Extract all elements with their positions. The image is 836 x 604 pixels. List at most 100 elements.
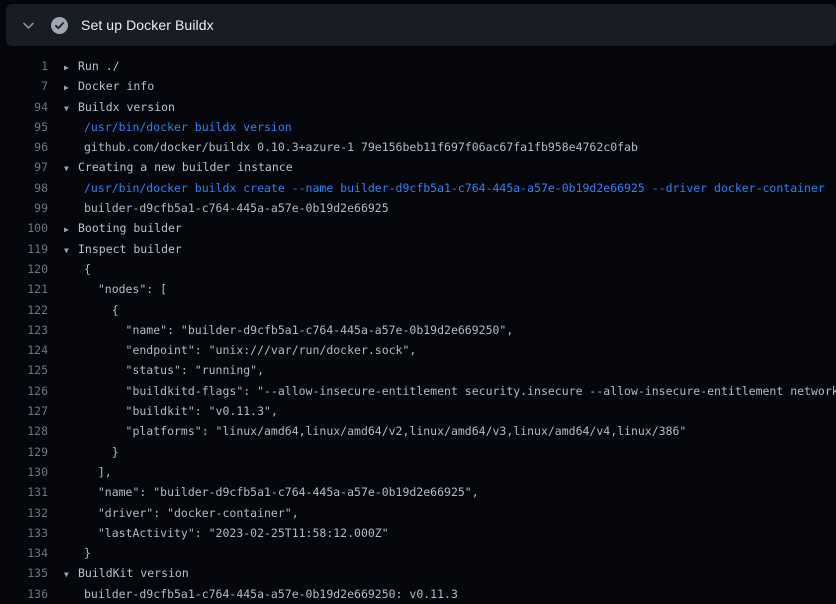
line-number[interactable]: 120 — [0, 259, 48, 279]
output-text: "driver": "docker-container", — [64, 503, 299, 523]
line-number[interactable]: 125 — [0, 360, 48, 380]
line-number[interactable]: 7 — [0, 76, 48, 96]
output-text: github.com/docker/buildx 0.10.3+azure-1 … — [64, 137, 638, 157]
line-number[interactable]: 95 — [0, 117, 48, 137]
log-line: 130 ], — [0, 462, 836, 482]
line-number[interactable]: 99 — [0, 198, 48, 218]
log-line: 120 { — [0, 259, 836, 279]
step-title: Set up Docker Buildx — [81, 17, 214, 33]
line-content: /usr/bin/docker buildx create --name bui… — [64, 178, 836, 198]
line-number[interactable]: 133 — [0, 523, 48, 543]
log-line: 98/usr/bin/docker buildx create --name b… — [0, 178, 836, 198]
log-viewer: 1▶Run ./7▶Docker info94▼Buildx version95… — [0, 46, 836, 604]
line-content: } — [64, 543, 836, 563]
output-text: } — [64, 442, 119, 462]
line-content: /usr/bin/docker buildx version — [64, 117, 836, 137]
output-text: "name": "builder-d9cfb5a1-c764-445a-a57e… — [64, 320, 513, 340]
line-number[interactable]: 96 — [0, 137, 48, 157]
line-number[interactable]: 130 — [0, 462, 48, 482]
chevron-right-icon: ▶ — [64, 78, 78, 96]
line-content: ▶Docker info — [64, 76, 836, 96]
log-line[interactable]: 119▼Inspect builder — [0, 239, 836, 259]
line-number[interactable]: 98 — [0, 178, 48, 198]
log-line[interactable]: 94▼Buildx version — [0, 97, 836, 117]
log-line: 95/usr/bin/docker buildx version — [0, 117, 836, 137]
line-number[interactable]: 1 — [0, 56, 48, 76]
chevron-right-icon: ▶ — [64, 220, 78, 238]
log-line: 129 } — [0, 442, 836, 462]
output-text: "buildkitd-flags": "--allow-insecure-ent… — [64, 381, 836, 401]
line-content: "name": "builder-d9cfb5a1-c764-445a-a57e… — [64, 482, 836, 502]
log-line: 124 "endpoint": "unix:///var/run/docker.… — [0, 340, 836, 360]
line-number[interactable]: 127 — [0, 401, 48, 421]
line-number[interactable]: 126 — [0, 381, 48, 401]
line-number[interactable]: 124 — [0, 340, 48, 360]
group-title: Run ./ — [78, 59, 120, 73]
log-line[interactable]: 97 ▼Creating a new builder instance — [0, 157, 836, 177]
line-number[interactable]: 119 — [0, 239, 48, 259]
log-line: 128 "platforms": "linux/amd64,linux/amd6… — [0, 421, 836, 441]
output-text: } — [64, 543, 91, 563]
line-content: "name": "builder-d9cfb5a1-c764-445a-a57e… — [64, 320, 836, 340]
output-text: "buildkit": "v0.11.3", — [64, 401, 278, 421]
line-number[interactable]: 121 — [0, 279, 48, 299]
output-text: "lastActivity": "2023-02-25T11:58:12.000… — [64, 523, 389, 543]
line-number[interactable]: 128 — [0, 421, 48, 441]
line-number[interactable]: 135 — [0, 563, 48, 583]
line-number[interactable]: 122 — [0, 300, 48, 320]
output-text: "status": "running", — [64, 360, 264, 380]
line-content: ▶Booting builder — [64, 218, 836, 238]
line-content: builder-d9cfb5a1-c764-445a-a57e-0b19d2e6… — [64, 198, 836, 218]
line-content: { — [64, 300, 836, 320]
line-number[interactable]: 123 — [0, 320, 48, 340]
output-text: builder-d9cfb5a1-c764-445a-a57e-0b19d2e6… — [64, 584, 458, 604]
step-header[interactable]: Set up Docker Buildx — [6, 4, 836, 46]
log-line: 123 "name": "builder-d9cfb5a1-c764-445a-… — [0, 320, 836, 340]
log-line[interactable]: 100 ▶Booting builder — [0, 218, 836, 238]
line-number[interactable]: 131 — [0, 482, 48, 502]
line-content: ▼Creating a new builder instance — [64, 157, 836, 177]
line-number[interactable]: 132 — [0, 503, 48, 523]
line-content: "buildkit": "v0.11.3", — [64, 401, 836, 421]
line-number[interactable]: 136 — [0, 584, 48, 604]
line-content: github.com/docker/buildx 0.10.3+azure-1 … — [64, 137, 836, 157]
line-number[interactable]: 129 — [0, 442, 48, 462]
log-line: 132 "driver": "docker-container", — [0, 503, 836, 523]
log-line: 121 "nodes": [ — [0, 279, 836, 299]
group-title: Creating a new builder instance — [78, 160, 293, 174]
output-text: "endpoint": "unix:///var/run/docker.sock… — [64, 340, 416, 360]
line-content: "buildkitd-flags": "--allow-insecure-ent… — [64, 381, 836, 401]
chevron-down-icon: ▼ — [64, 99, 78, 117]
output-text: { — [64, 259, 91, 279]
line-number[interactable]: 97 — [0, 157, 48, 177]
output-text: "name": "builder-d9cfb5a1-c764-445a-a57e… — [64, 482, 479, 502]
log-line[interactable]: 135 ▼BuildKit version — [0, 563, 836, 583]
log-line: 96 github.com/docker/buildx 0.10.3+azure-… — [0, 137, 836, 157]
log-line: 136 builder-d9cfb5a1-c764-445a-a57e-0b19d… — [0, 584, 836, 604]
log-line[interactable]: 7 ▶Docker info — [0, 76, 836, 96]
line-content: "lastActivity": "2023-02-25T11:58:12.000… — [64, 523, 836, 543]
check-circle-icon — [51, 17, 68, 34]
group-title: Docker info — [78, 79, 154, 93]
chevron-down-icon[interactable] — [21, 18, 36, 33]
line-number[interactable]: 100 — [0, 218, 48, 238]
log-line: 125 "status": "running", — [0, 360, 836, 380]
log-line: 122 { — [0, 300, 836, 320]
log-line: 134} — [0, 543, 836, 563]
chevron-right-icon: ▶ — [64, 58, 78, 76]
log-line: 131 "name": "builder-d9cfb5a1-c764-445a-… — [0, 482, 836, 502]
line-number[interactable]: 94 — [0, 97, 48, 117]
command-text: /usr/bin/docker buildx version — [64, 117, 292, 137]
log-line: 126 "buildkitd-flags": "--allow-insecure… — [0, 381, 836, 401]
line-number[interactable]: 134 — [0, 543, 48, 563]
line-content: } — [64, 442, 836, 462]
log-line[interactable]: 1 ▶Run ./ — [0, 56, 836, 76]
line-content: ▼BuildKit version — [64, 563, 836, 583]
output-text: ], — [64, 462, 112, 482]
group-title: Booting builder — [78, 221, 182, 235]
line-content: builder-d9cfb5a1-c764-445a-a57e-0b19d2e6… — [64, 584, 836, 604]
output-text: builder-d9cfb5a1-c764-445a-a57e-0b19d2e6… — [64, 198, 389, 218]
chevron-down-icon: ▼ — [64, 159, 78, 177]
group-title: BuildKit version — [78, 566, 189, 580]
output-text: "nodes": [ — [64, 279, 167, 299]
